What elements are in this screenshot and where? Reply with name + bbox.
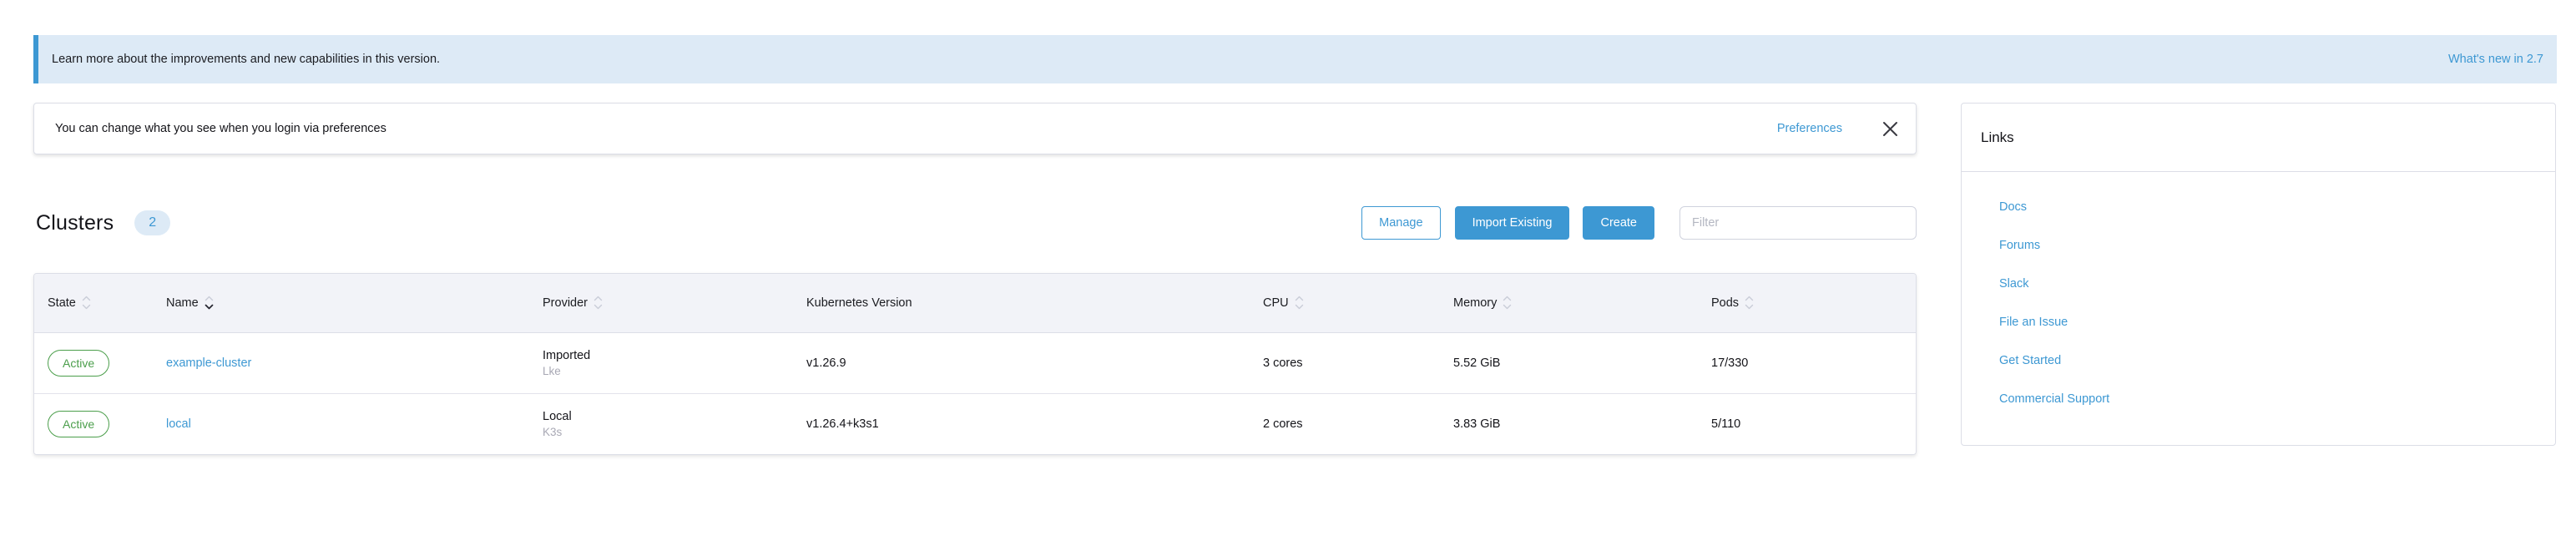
main-content: You can change what you see when you log… [33,103,2557,455]
table-row: Active local Local K3s v1.26.4+k3s1 2 co… [34,393,1917,454]
import-existing-button[interactable]: Import Existing [1455,206,1570,240]
docs-link[interactable]: Docs [1999,200,2027,214]
column-header-state[interactable]: State [34,274,153,332]
kubernetes-version-cell: v1.26.4+k3s1 [793,393,1250,454]
pods-cell: 17/330 [1698,332,1917,393]
cluster-link[interactable]: local [166,417,191,431]
slack-link[interactable]: Slack [1999,277,2028,291]
provider-name: Imported [543,349,793,362]
filter-input[interactable] [1679,206,1917,240]
kubernetes-version-cell: v1.26.9 [793,332,1250,393]
table-row: Active example-cluster Imported Lke v1.2… [34,332,1917,393]
whats-new-link[interactable]: What's new in 2.7 [2448,53,2543,66]
sort-icon [593,296,603,310]
cluster-count-badge: 2 [134,210,170,235]
list-item: Commercial Support [1999,392,2555,407]
column-header-kubernetes-version: Kubernetes Version [793,274,1250,332]
close-icon[interactable] [1882,121,1898,137]
cpu-cell: 3 cores [1250,332,1440,393]
sort-icon [1295,296,1304,310]
cluster-link[interactable]: example-cluster [166,356,251,370]
memory-cell: 5.52 GiB [1440,332,1698,393]
column-header-memory[interactable]: Memory [1440,274,1698,332]
page-title: Clusters [36,211,114,235]
create-button[interactable]: Create [1583,206,1654,240]
list-item: Get Started [1999,354,2555,368]
dashboard-page: Learn more about the improvements and ne… [0,35,2576,551]
column-header-cpu[interactable]: CPU [1250,274,1440,332]
commercial-support-link[interactable]: Commercial Support [1999,392,2109,406]
status-badge: Active [48,350,109,377]
column-header-pods[interactable]: Pods [1698,274,1917,332]
memory-cell: 3.83 GiB [1440,393,1698,454]
pods-cell: 5/110 [1698,393,1917,454]
list-item: Forums [1999,239,2555,253]
sort-icon [82,296,91,310]
clusters-header-row: Clusters 2 Manage Import Existing Create [33,206,1917,240]
status-badge: Active [48,411,109,437]
list-item: Docs [1999,200,2555,215]
version-banner-message: Learn more about the improvements and ne… [52,53,2448,66]
file-an-issue-link[interactable]: File an Issue [1999,316,2068,329]
version-banner: Learn more about the improvements and ne… [33,35,2557,83]
clusters-column: You can change what you see when you log… [33,103,1917,455]
list-item: File an Issue [1999,316,2555,330]
list-item: Slack [1999,277,2555,291]
column-header-provider[interactable]: Provider [529,274,793,332]
provider-distro: K3s [543,426,793,438]
login-preferences-notice: You can change what you see when you log… [33,103,1917,154]
links-list: Docs Forums Slack File an Issue Get Star… [1962,172,2555,445]
provider-distro: Lke [543,365,793,377]
manage-button[interactable]: Manage [1361,206,1440,240]
sort-icon [1745,296,1754,310]
table-header-row: State Name [34,274,1917,332]
links-panel: Links Docs Forums Slack File an Issue Ge… [1961,103,2556,446]
forums-link[interactable]: Forums [1999,239,2040,252]
clusters-table: State Name [33,273,1917,455]
links-panel-title: Links [1962,104,2555,172]
sort-icon [1503,296,1512,310]
sort-icon-descending [205,296,214,310]
notice-message: You can change what you see when you log… [55,122,1777,135]
get-started-link[interactable]: Get Started [1999,354,2061,367]
column-header-name[interactable]: Name [153,274,529,332]
cpu-cell: 2 cores [1250,393,1440,454]
preferences-link[interactable]: Preferences [1777,122,1842,135]
provider-name: Local [543,410,793,423]
